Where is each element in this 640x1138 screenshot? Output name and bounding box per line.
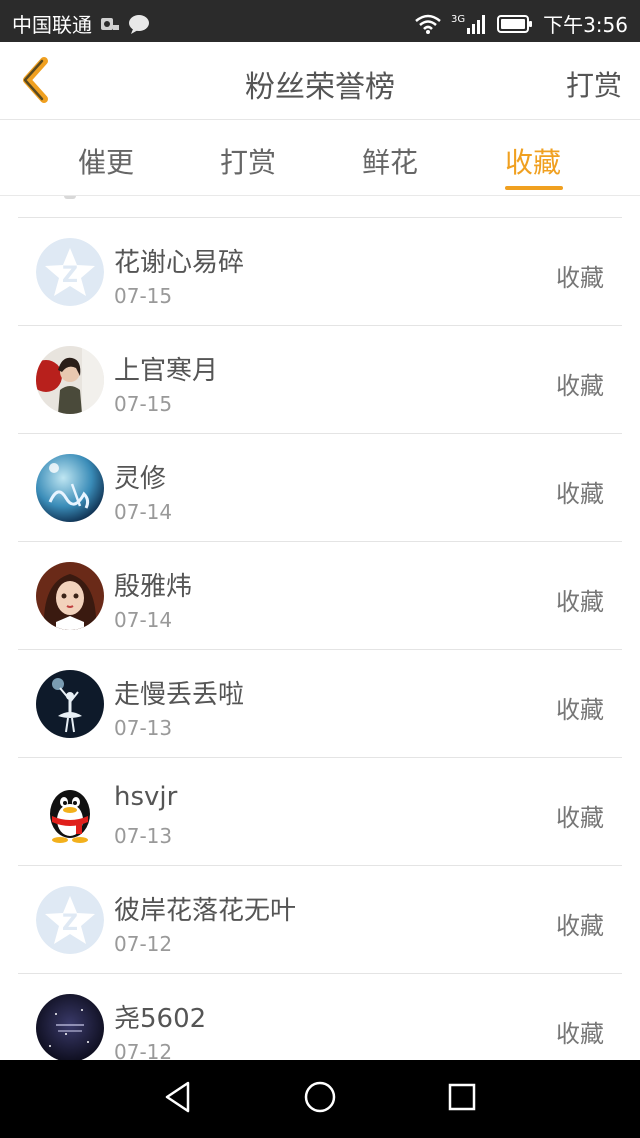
fan-name: 花谢心易碎 (114, 248, 245, 278)
fan-name: 殷雅炜 (114, 572, 193, 602)
back-button[interactable] (10, 54, 60, 110)
list-item[interactable]: 走慢丢丢啦 07-13 收藏 (0, 650, 640, 758)
tip-button[interactable]: 打赏 (566, 64, 622, 104)
fan-name: hsvjr (114, 782, 178, 812)
dancer-avatar (36, 670, 104, 738)
carrier-label: 中国联通 (12, 13, 92, 37)
fan-name: 灵修 (114, 464, 167, 494)
fan-list[interactable]: Z 花谢心易碎 07-15 收藏 上官寒月 07-15 收藏 灵修 07-14 … (0, 196, 640, 1060)
calligraphy-avatar (36, 454, 104, 522)
svg-text:Z: Z (62, 911, 78, 936)
tab-tip[interactable]: 打赏 (188, 120, 308, 196)
tab-label: 打赏 (219, 146, 276, 179)
system-nav-bar (0, 1060, 640, 1138)
galaxy-avatar (36, 994, 104, 1060)
fan-date: 07-15 (114, 284, 173, 308)
list-item[interactable]: hsvjr 07-13 收藏 (0, 758, 640, 866)
tab-label: 催更 (77, 146, 134, 179)
qzone-default-avatar: Z (36, 238, 104, 306)
list-item[interactable]: 灵修 07-14 收藏 (0, 434, 640, 542)
qq-penguin-avatar (36, 778, 104, 846)
fan-date: 07-12 (114, 932, 173, 956)
list-item[interactable]: 尧5602 07-12 收藏 (0, 974, 640, 1060)
qzone-default-avatar: Z (36, 886, 104, 954)
fan-name: 走慢丢丢啦 (114, 680, 245, 710)
fan-action: 收藏 (556, 696, 604, 724)
tab-label: 收藏 (504, 146, 561, 179)
tab-bar: 催更 打赏 鲜花 收藏 (0, 120, 640, 196)
fan-action: 收藏 (556, 264, 604, 292)
network-type-label: 3G (450, 13, 466, 25)
svg-text:Z: Z (62, 263, 78, 288)
tab-favorites[interactable]: 收藏 (473, 120, 593, 196)
active-tab-indicator (505, 186, 563, 190)
battery-icon (497, 14, 533, 33)
status-bar: 中国联通 3G 下午3:56 (0, 0, 640, 42)
home-circle-icon (303, 1080, 337, 1118)
list-item[interactable]: Z 彼岸花落花无叶 07-12 收藏 (0, 866, 640, 974)
chat-bubble-icon (128, 14, 150, 34)
nav-recents-button[interactable] (440, 1077, 484, 1121)
fan-name: 彼岸花落花无叶 (114, 896, 297, 926)
tab-label: 鲜花 (361, 146, 418, 179)
fan-date: 07-14 (114, 500, 173, 524)
signal-icon: 3G (451, 14, 487, 34)
fan-name: 尧5602 (114, 1004, 207, 1034)
list-item[interactable]: Z 花谢心易碎 07-15 收藏 (0, 218, 640, 326)
illustration-avatar (36, 562, 104, 630)
back-triangle-icon (163, 1080, 193, 1118)
recents-square-icon (447, 1082, 477, 1116)
tab-urge-update[interactable]: 催更 (46, 120, 166, 196)
page-title: 粉丝荣誉榜 (245, 70, 395, 105)
fan-action: 收藏 (556, 588, 604, 616)
fan-name: 上官寒月 (114, 356, 219, 386)
app-header: 粉丝荣誉榜 打赏 (0, 42, 640, 120)
fan-action: 收藏 (556, 912, 604, 940)
nav-back-button[interactable] (156, 1077, 200, 1121)
list-item[interactable]: 上官寒月 07-15 收藏 (0, 326, 640, 434)
fan-date: 07-13 (114, 716, 173, 740)
fan-date: 07-14 (114, 608, 173, 632)
tab-flowers[interactable]: 鲜花 (330, 120, 450, 196)
fan-action: 收藏 (556, 372, 604, 400)
fan-action: 收藏 (556, 1020, 604, 1048)
photo-avatar (36, 346, 104, 414)
wifi-icon (415, 14, 441, 34)
clock-label: 下午3:56 (543, 13, 628, 37)
fan-date: 07-15 (114, 392, 173, 416)
fan-action: 收藏 (556, 804, 604, 832)
fan-action: 收藏 (556, 480, 604, 508)
nav-home-button[interactable] (298, 1077, 342, 1121)
list-item[interactable]: 殷雅炜 07-14 收藏 (0, 542, 640, 650)
scrolled-row-remnant (64, 196, 76, 199)
fan-date: 07-12 (114, 1040, 173, 1060)
chevron-left-icon (20, 57, 50, 107)
fan-date: 07-13 (114, 824, 173, 848)
app-notification-icon (100, 16, 120, 32)
